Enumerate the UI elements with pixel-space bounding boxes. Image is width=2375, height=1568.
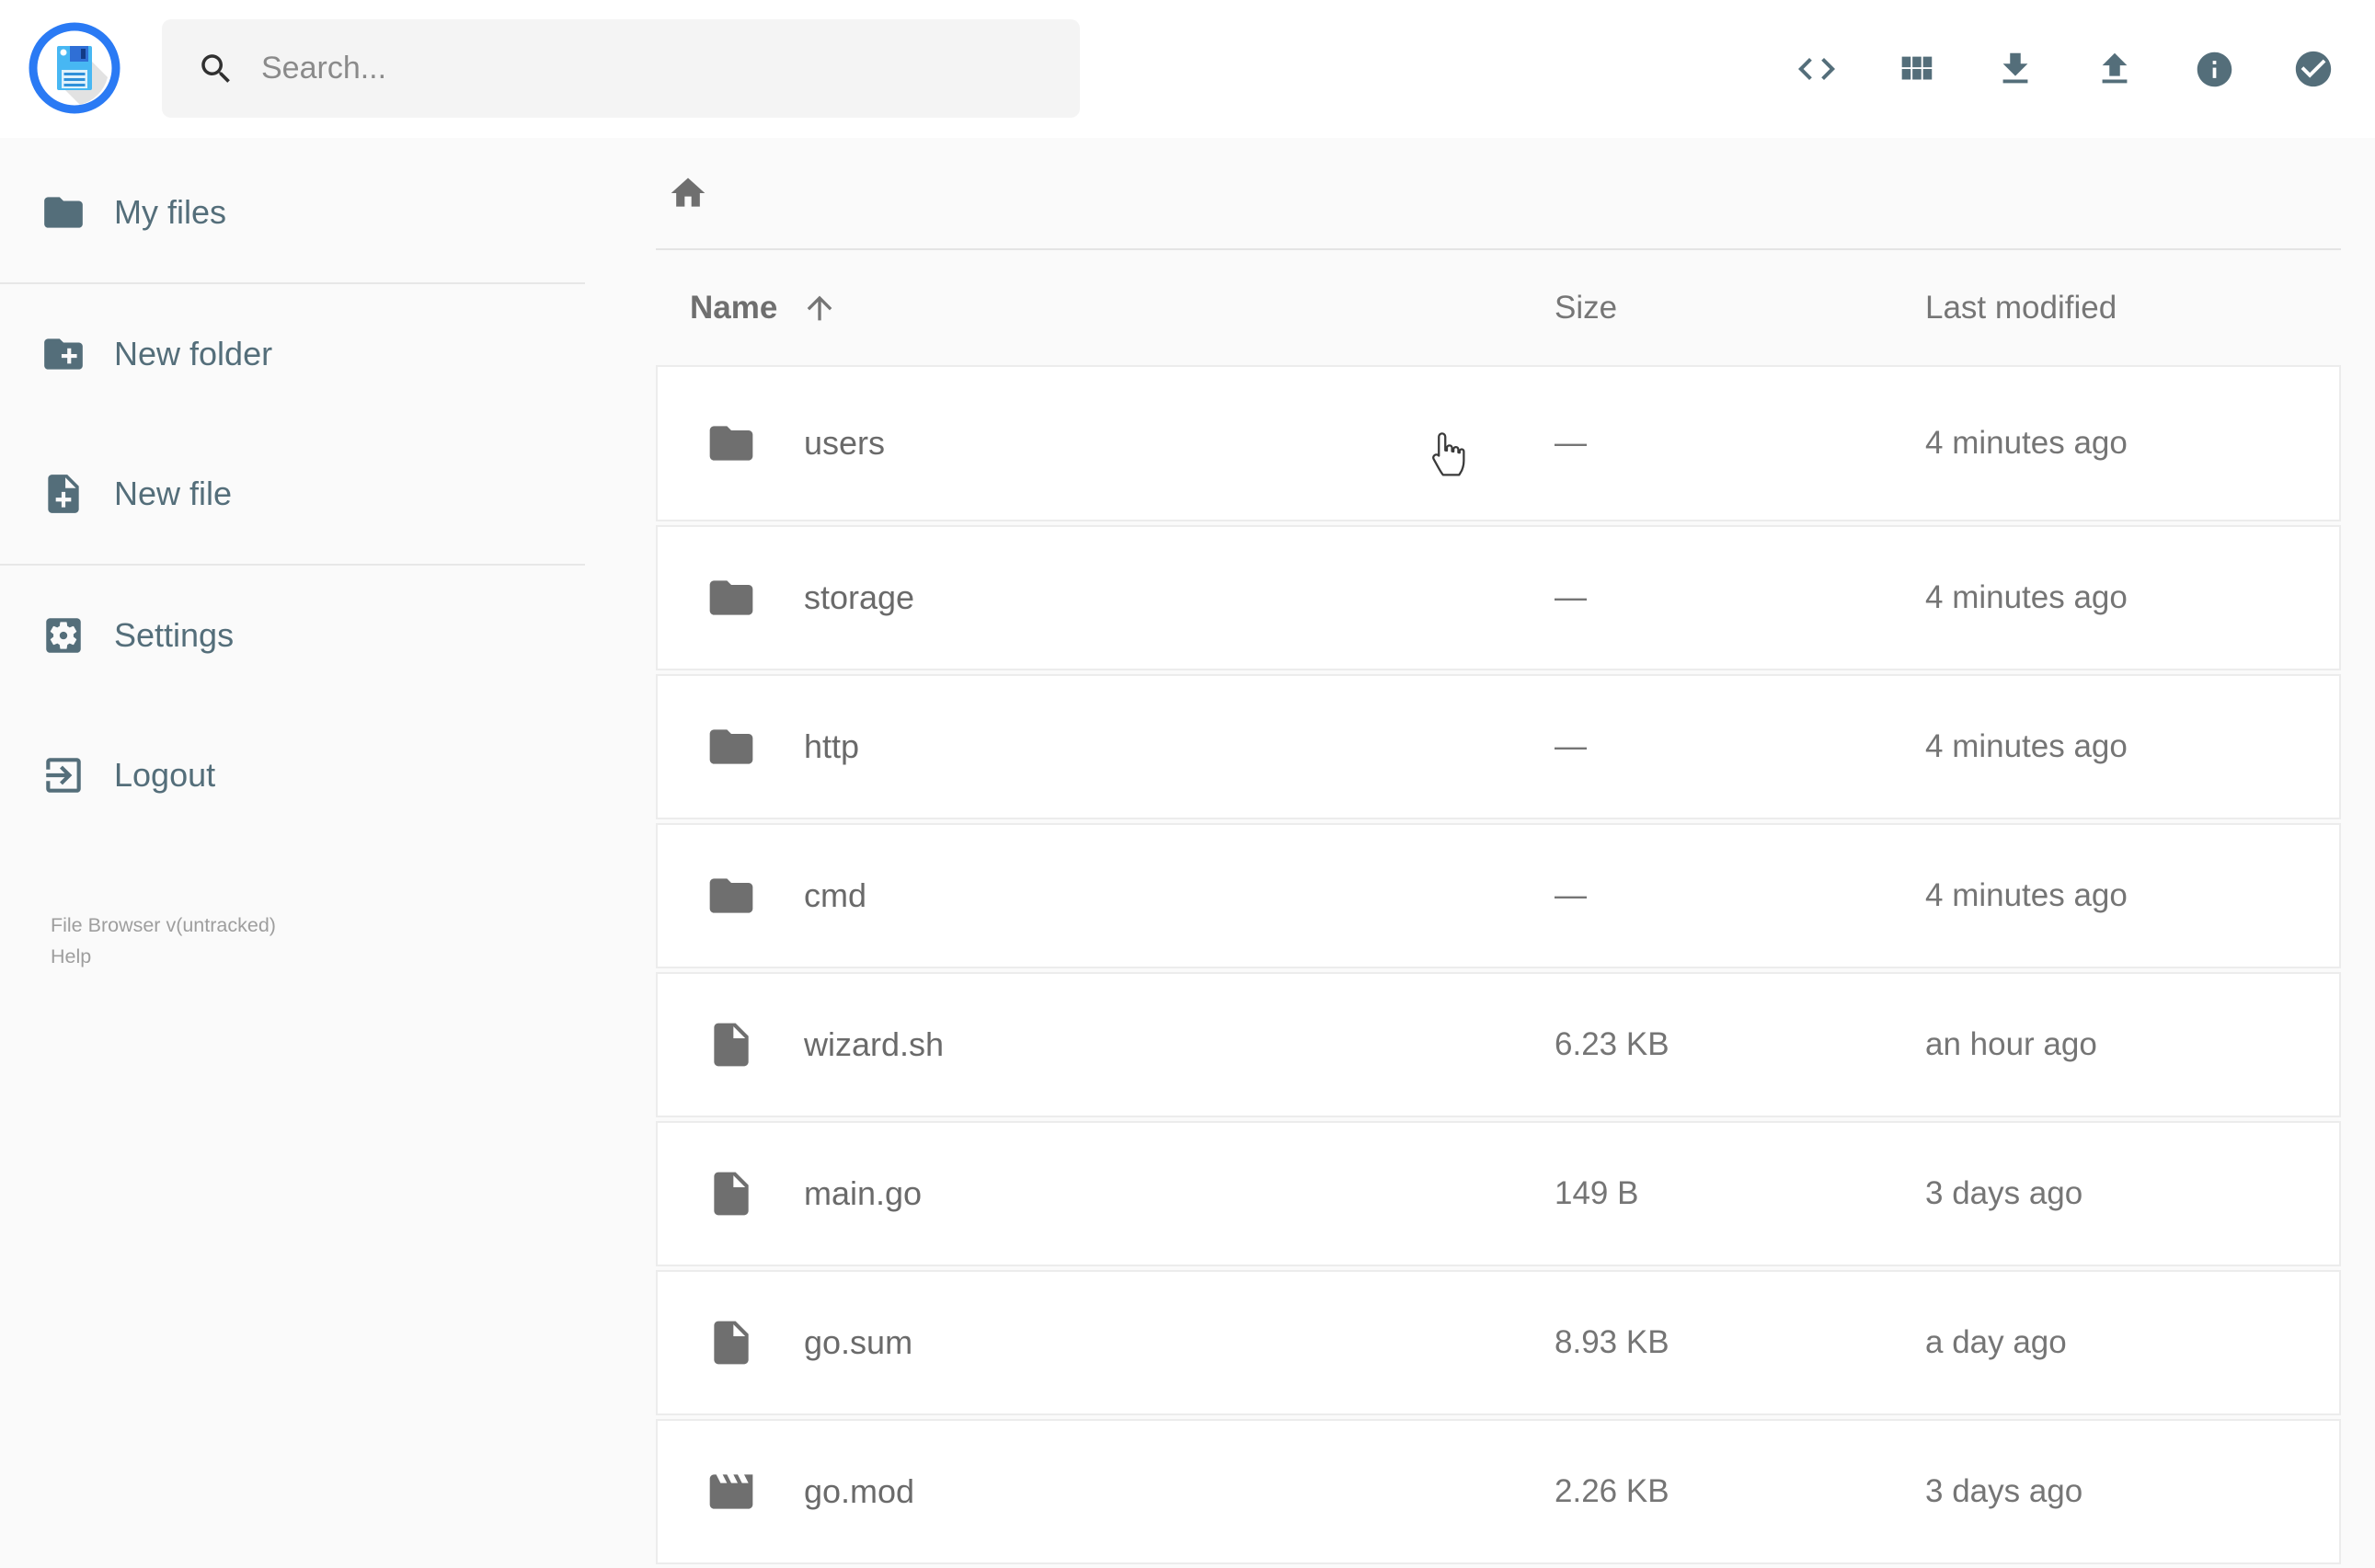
- code-icon: [1795, 47, 1839, 91]
- file-row-go-mod[interactable]: go.mod 2.26 KB 3 days ago: [656, 1419, 2341, 1564]
- file-modified: a day ago: [1925, 1324, 2067, 1360]
- row-name-cell: users: [658, 418, 1555, 469]
- folder-icon: [706, 870, 757, 921]
- select-multiple-icon: [2292, 48, 2335, 90]
- download-icon: [1994, 48, 2037, 90]
- row-name-cell: go.mod: [658, 1466, 1555, 1517]
- sidebar-item-label: New folder: [114, 335, 273, 372]
- file-size: 149 B: [1555, 1175, 1639, 1211]
- file-row-users[interactable]: users — 4 minutes ago: [656, 365, 2341, 521]
- sidebar-item-label: Logout: [114, 756, 216, 794]
- file-size: —: [1555, 728, 1587, 764]
- file-name: go.sum: [804, 1323, 913, 1361]
- settings-icon: [40, 612, 86, 658]
- file-modified: an hour ago: [1925, 1026, 2097, 1062]
- app-logo[interactable]: [29, 22, 120, 114]
- logout-icon: [40, 752, 86, 798]
- sidebar-item-settings[interactable]: Settings: [0, 566, 589, 705]
- file-name: go.mod: [804, 1472, 915, 1510]
- folder-icon: [706, 418, 757, 469]
- row-name-cell: http: [658, 721, 1555, 773]
- row-name-cell: cmd: [658, 870, 1555, 921]
- file-row-wizard-sh[interactable]: wizard.sh 6.23 KB an hour ago: [656, 972, 2341, 1117]
- column-header-modified[interactable]: Last modified: [1925, 290, 2341, 326]
- file-size: —: [1555, 877, 1587, 913]
- file-icon: [706, 1317, 757, 1368]
- file-size: —: [1555, 425, 1587, 461]
- breadcrumb-home-button[interactable]: [668, 173, 708, 213]
- file-name: wizard.sh: [804, 1025, 945, 1063]
- row-name-cell: wizard.sh: [658, 1019, 1555, 1070]
- help-link[interactable]: Help: [51, 941, 589, 972]
- breadcrumb: [656, 138, 2341, 250]
- sort-ascending-icon: [801, 290, 838, 326]
- file-row-storage[interactable]: storage — 4 minutes ago: [656, 525, 2341, 670]
- sidebar-item-logout[interactable]: Logout: [0, 705, 589, 845]
- movie-icon: [706, 1466, 757, 1517]
- sidebar-item-new-file[interactable]: New file: [0, 424, 589, 564]
- search-input[interactable]: [261, 51, 1080, 86]
- info-button[interactable]: [2164, 0, 2264, 138]
- raw-view-button[interactable]: [1767, 0, 1866, 138]
- row-name-cell: go.sum: [658, 1317, 1555, 1368]
- sidebar-item-my-files[interactable]: My files: [0, 143, 589, 282]
- column-header-name[interactable]: Name: [656, 290, 1555, 326]
- file-modified: 4 minutes ago: [1925, 579, 2128, 615]
- file-row-go-sum[interactable]: go.sum 8.93 KB a day ago: [656, 1270, 2341, 1415]
- search-bar[interactable]: [162, 19, 1080, 118]
- file-modified: 4 minutes ago: [1925, 728, 2128, 764]
- toolbar-actions: [1767, 0, 2363, 138]
- folder-icon: [706, 572, 757, 624]
- file-modified: 4 minutes ago: [1925, 877, 2128, 913]
- row-name-cell: main.go: [658, 1168, 1555, 1219]
- file-name: http: [804, 727, 860, 765]
- grid-view-icon: [1895, 48, 1937, 90]
- sidebar-item-label: My files: [114, 193, 227, 231]
- file-modified: 3 days ago: [1925, 1175, 2083, 1211]
- new-folder-icon: [40, 331, 86, 377]
- file-modified: 3 days ago: [1925, 1473, 2083, 1509]
- file-name: main.go: [804, 1174, 923, 1212]
- file-name: users: [804, 424, 886, 462]
- top-bar: [0, 0, 2375, 138]
- column-header-size[interactable]: Size: [1555, 290, 1925, 326]
- file-size: 2.26 KB: [1555, 1473, 1669, 1509]
- filebrowser-logo-icon: [29, 22, 120, 114]
- listing-header: Name Size Last modified: [656, 250, 2341, 365]
- new-file-icon: [40, 471, 86, 517]
- file-size: 8.93 KB: [1555, 1324, 1669, 1360]
- download-button[interactable]: [1966, 0, 2065, 138]
- info-icon: [2194, 49, 2235, 90]
- row-name-cell: storage: [658, 572, 1555, 624]
- home-icon: [668, 173, 708, 213]
- upload-button[interactable]: [2065, 0, 2164, 138]
- file-icon: [706, 1168, 757, 1219]
- file-size: —: [1555, 579, 1587, 615]
- listing-rows: users — 4 minutes ago storage — 4 minute…: [656, 365, 2341, 1564]
- select-multiple-button[interactable]: [2264, 0, 2363, 138]
- file-modified: 4 minutes ago: [1925, 425, 2128, 461]
- file-row-main-go[interactable]: main.go 149 B 3 days ago: [656, 1121, 2341, 1266]
- folder-icon: [40, 189, 86, 235]
- sidebar-item-label: Settings: [114, 616, 235, 654]
- file-name: storage: [804, 578, 915, 616]
- file-size: 6.23 KB: [1555, 1026, 1669, 1062]
- file-row-http[interactable]: http — 4 minutes ago: [656, 674, 2341, 819]
- sidebar-credits: File Browser v(untracked) Help: [51, 910, 589, 972]
- sidebar-item-label: New file: [114, 475, 233, 512]
- folder-icon: [706, 721, 757, 773]
- switch-view-button[interactable]: [1866, 0, 1966, 138]
- search-icon: [197, 50, 235, 88]
- file-listing: Name Size Last modified users — 4 minute…: [656, 138, 2341, 1568]
- sidebar: My files New folder New file Settings Lo…: [0, 138, 589, 1527]
- file-row-cmd[interactable]: cmd — 4 minutes ago: [656, 823, 2341, 968]
- file-name: cmd: [804, 876, 867, 914]
- file-icon: [706, 1019, 757, 1070]
- version-text: File Browser v(untracked): [51, 914, 276, 936]
- upload-icon: [2094, 48, 2136, 90]
- sidebar-item-new-folder[interactable]: New folder: [0, 284, 589, 424]
